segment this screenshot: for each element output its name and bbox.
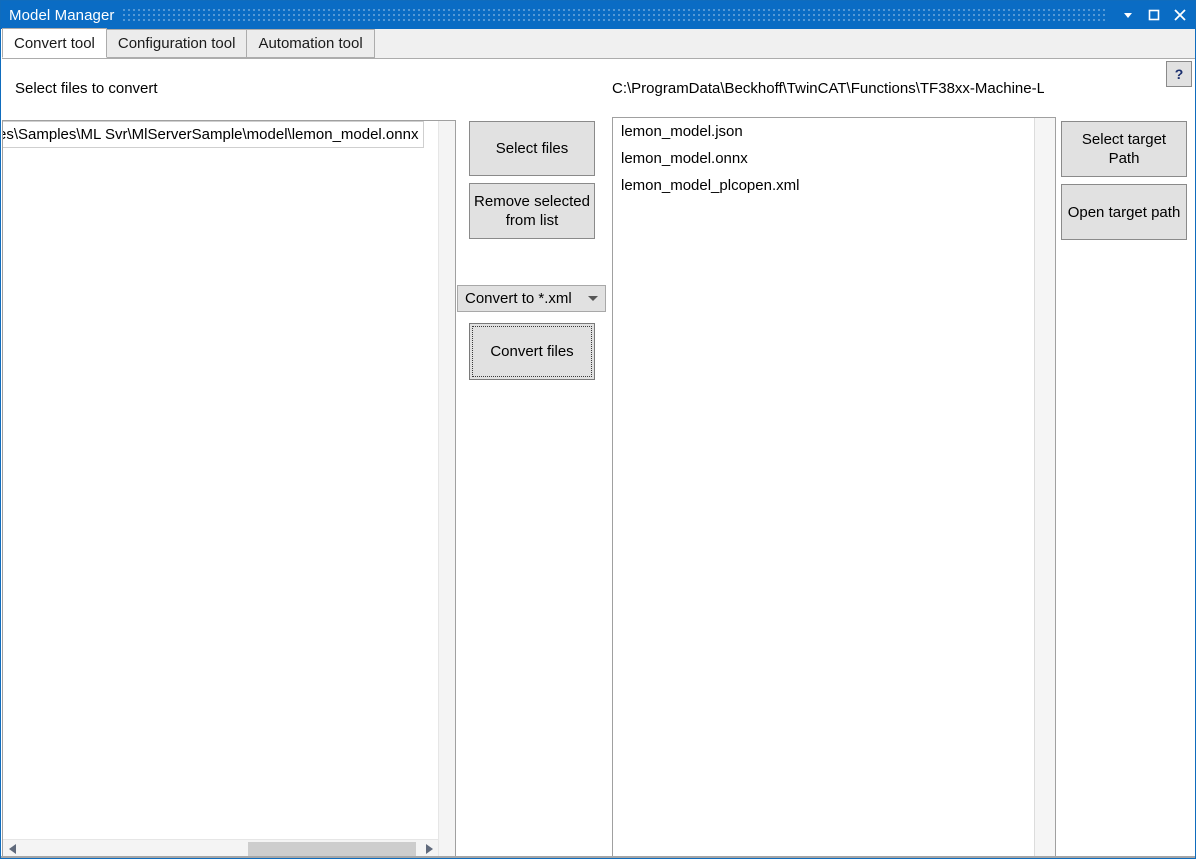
tab-strip: Convert tool Configuration tool Automati… xyxy=(2,28,1195,59)
select-target-path-button[interactable]: Select target Path xyxy=(1061,121,1187,177)
source-list-horizontal-scrollbar[interactable] xyxy=(3,839,438,857)
button-label: Open target path xyxy=(1067,203,1181,221)
tab-label: Convert tool xyxy=(14,34,95,52)
minimize-icon[interactable] xyxy=(1115,1,1141,29)
select-files-button[interactable]: Select files xyxy=(469,121,595,176)
scroll-track[interactable] xyxy=(21,840,420,858)
window-controls xyxy=(1115,1,1195,29)
button-label: Remove selected from list xyxy=(474,193,590,229)
tab-convert-tool[interactable]: Convert tool xyxy=(2,28,107,58)
window-title: Model Manager xyxy=(9,6,115,24)
convert-format-dropdown[interactable]: Convert to *.xml xyxy=(457,285,606,312)
window-bottom-edge xyxy=(1,856,1195,858)
title-bar: Model Manager xyxy=(1,1,1195,29)
convert-tool-panel: Select files to convert C:\ProgramData\B… xyxy=(2,59,1195,858)
button-label: Select target Path xyxy=(1081,131,1167,167)
target-file-list[interactable]: lemon_model.json lemon_model.onnx lemon_… xyxy=(612,117,1056,858)
scroll-right-icon[interactable] xyxy=(420,840,438,858)
target-path-text: C:\ProgramData\Beckhoff\TwinCAT\Function… xyxy=(612,80,1044,97)
source-file-list[interactable]: es\Samples\ML Svr\MlServerSample\model\l… xyxy=(2,120,456,858)
tab-automation-tool[interactable]: Automation tool xyxy=(246,29,375,58)
scroll-thumb[interactable] xyxy=(248,841,416,856)
help-label: ? xyxy=(1174,66,1184,82)
close-icon[interactable] xyxy=(1167,1,1195,29)
list-item[interactable]: es\Samples\ML Svr\MlServerSample\model\l… xyxy=(3,121,425,148)
button-label: Convert files xyxy=(490,343,574,360)
tab-configuration-tool[interactable]: Configuration tool xyxy=(105,29,248,58)
tab-label: Configuration tool xyxy=(117,35,236,52)
source-list-vertical-scrollbar[interactable] xyxy=(438,121,455,857)
maximize-icon[interactable] xyxy=(1141,1,1167,29)
source-file-list-items: es\Samples\ML Svr\MlServerSample\model\l… xyxy=(3,121,438,839)
button-label: Select files xyxy=(495,140,569,157)
chevron-down-icon[interactable] xyxy=(581,286,605,311)
list-item[interactable]: lemon_model_plcopen.xml xyxy=(613,172,1034,199)
select-files-label: Select files to convert xyxy=(15,80,158,97)
model-manager-window: Model Manager Convert tool Configuration… xyxy=(0,0,1196,859)
scroll-left-icon[interactable] xyxy=(3,840,21,858)
convert-format-value: Convert to *.xml xyxy=(465,290,572,307)
target-list-vertical-scrollbar[interactable] xyxy=(1034,118,1055,858)
target-file-list-items: lemon_model.json lemon_model.onnx lemon_… xyxy=(613,118,1034,858)
help-button[interactable]: ? xyxy=(1166,61,1192,87)
list-item[interactable]: lemon_model.json xyxy=(613,118,1034,145)
title-bar-grip xyxy=(122,7,1107,23)
remove-selected-button[interactable]: Remove selected from list xyxy=(469,183,595,239)
list-item[interactable]: lemon_model.onnx xyxy=(613,145,1034,172)
open-target-path-button[interactable]: Open target path xyxy=(1061,184,1187,240)
tab-label: Automation tool xyxy=(258,35,363,52)
convert-files-button[interactable]: Convert files xyxy=(469,323,595,380)
